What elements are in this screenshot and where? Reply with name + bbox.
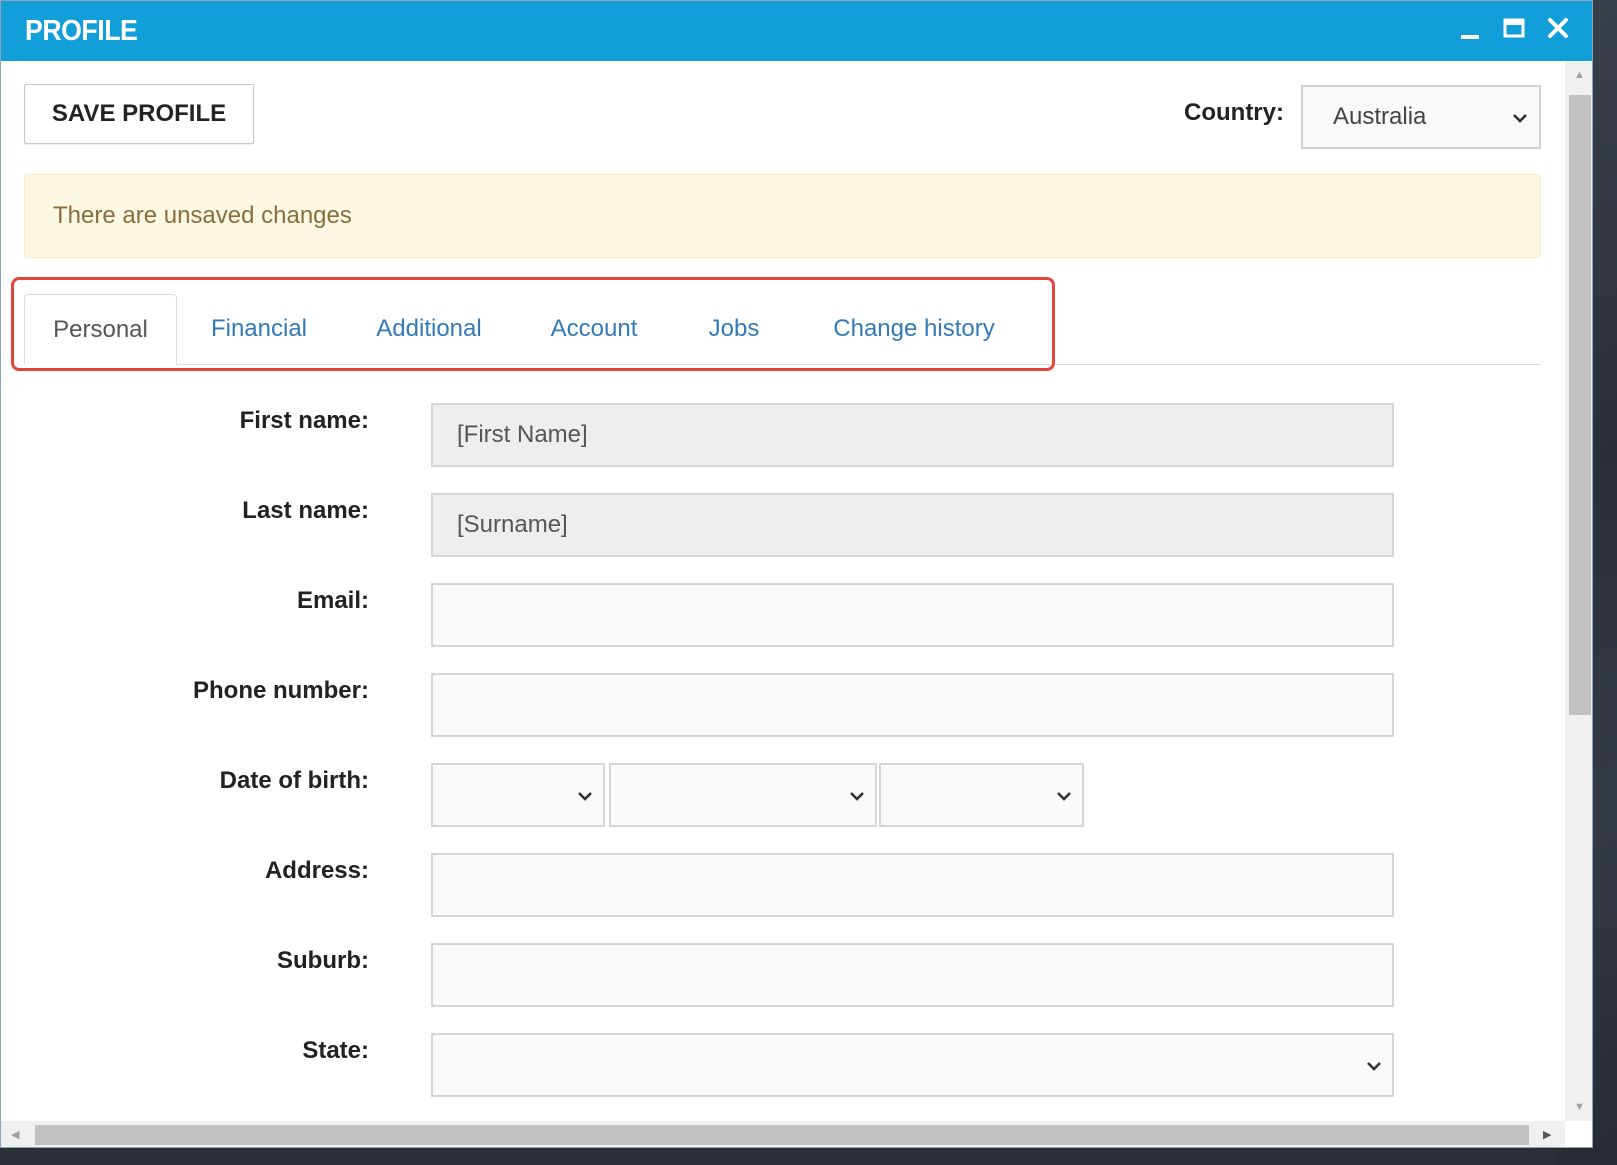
tab-jobs[interactable]: Jobs [694,294,774,364]
chevron-down-icon [850,792,864,801]
address-field[interactable] [431,853,1394,917]
tab-change-history[interactable]: Change history [814,294,1014,364]
tab-account[interactable]: Account [529,294,659,364]
address-label: Address: [264,857,369,884]
suburb-label: Suburb: [277,947,369,974]
scroll-left-icon[interactable]: ◀ [11,1128,19,1141]
chevron-down-icon [578,792,592,801]
tab-financial[interactable]: Financial [194,294,324,364]
chevron-down-icon [1057,792,1071,801]
profile-window: PROFILE SAVE PROFILE Country: Australia … [0,0,1593,1148]
first-name-label: First name: [239,407,369,434]
tab-personal[interactable]: Personal [24,294,177,365]
dob-month-select[interactable] [609,763,877,827]
state-select[interactable] [431,1033,1394,1097]
minimize-icon[interactable] [1455,13,1487,45]
state-label: State: [302,1037,369,1064]
country-label: Country: [1184,99,1284,126]
email-field[interactable] [431,583,1394,647]
save-profile-button[interactable]: SAVE PROFILE [24,84,254,144]
phone-label: Phone number: [192,677,369,704]
tab-additional[interactable]: Additional [354,294,504,364]
scroll-right-icon[interactable]: ▶ [1543,1128,1551,1141]
scroll-down-icon[interactable]: ▼ [1574,1101,1585,1113]
maximize-icon[interactable] [1499,13,1531,45]
date-of-birth-label: Date of birth: [219,767,369,794]
dob-day-select[interactable] [431,763,605,827]
unsaved-changes-alert: There are unsaved changes [24,174,1541,258]
country-select[interactable]: Australia [1301,85,1541,149]
chevron-down-icon [1367,1062,1381,1071]
last-name-field[interactable]: [Surname] [431,493,1394,557]
last-name-label: Last name: [242,497,369,524]
horizontal-scroll-thumb[interactable] [35,1125,1529,1145]
close-icon[interactable] [1543,13,1575,45]
horizontal-scrollbar[interactable]: ◀ ▶ [1,1121,1565,1147]
email-label: Email: [296,587,369,614]
title-bar[interactable]: PROFILE [1,1,1592,61]
dob-year-select[interactable] [879,763,1084,827]
first-name-field[interactable]: [First Name] [431,403,1394,467]
suburb-field[interactable] [431,943,1394,1007]
chevron-down-icon [1513,114,1527,123]
profile-tabs: Personal Financial Additional Account Jo… [24,294,1541,365]
vertical-scrollbar[interactable]: ▲ ▼ [1565,61,1592,1121]
window-title: PROFILE [25,15,138,47]
phone-field[interactable] [431,673,1394,737]
country-value: Australia [1333,103,1427,130]
vertical-scroll-thumb[interactable] [1569,95,1591,715]
scroll-up-icon[interactable]: ▲ [1574,69,1585,81]
profile-content: SAVE PROFILE Country: Australia There ar… [1,61,1565,1121]
